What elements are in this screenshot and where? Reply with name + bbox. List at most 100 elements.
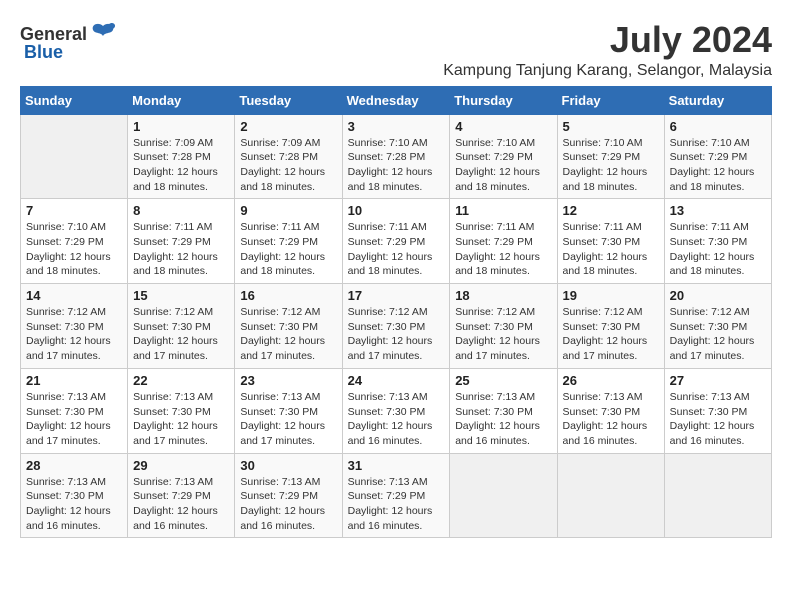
title-area: July 2024 Kampung Tanjung Karang, Selang… [443,20,772,80]
day-info: Sunrise: 7:11 AMSunset: 7:30 PMDaylight:… [670,220,766,279]
day-info: Sunrise: 7:13 AMSunset: 7:30 PMDaylight:… [240,390,336,449]
header-cell-tuesday: Tuesday [235,86,342,114]
day-number: 23 [240,373,336,388]
day-info: Sunrise: 7:12 AMSunset: 7:30 PMDaylight:… [563,305,659,364]
day-info: Sunrise: 7:12 AMSunset: 7:30 PMDaylight:… [26,305,122,364]
day-info: Sunrise: 7:11 AMSunset: 7:29 PMDaylight:… [455,220,551,279]
day-number: 16 [240,288,336,303]
day-cell: 26Sunrise: 7:13 AMSunset: 7:30 PMDayligh… [557,368,664,453]
day-cell: 7 Sunrise: 7:10 AMSunset: 7:29 PMDaylight… [21,199,128,284]
day-number: 8 [133,203,229,218]
day-info: Sunrise: 7:10 AMSunset: 7:29 PMDaylight:… [563,136,659,195]
header: General Blue July 2024 Kampung Tanjung K… [20,20,772,80]
day-info: Sunrise: 7:12 AMSunset: 7:30 PMDaylight:… [455,305,551,364]
day-info: Sunrise: 7:12 AMSunset: 7:30 PMDaylight:… [670,305,766,364]
day-cell: 24Sunrise: 7:13 AMSunset: 7:30 PMDayligh… [342,368,450,453]
day-number: 17 [348,288,445,303]
day-number: 25 [455,373,551,388]
day-info: Sunrise: 7:10 AMSunset: 7:29 PMDaylight:… [670,136,766,195]
day-info: Sunrise: 7:13 AMSunset: 7:30 PMDaylight:… [26,390,122,449]
day-cell: 16 Sunrise: 7:12 AMSunset: 7:30 PMDayligh… [235,284,342,369]
day-info: Sunrise: 7:13 AMSunset: 7:30 PMDaylight:… [670,390,766,449]
day-cell: 31Sunrise: 7:13 AMSunset: 7:29 PMDayligh… [342,453,450,538]
day-number: 28 [26,458,122,473]
day-cell: 20Sunrise: 7:12 AMSunset: 7:30 PMDayligh… [664,284,771,369]
day-number: 21 [26,373,122,388]
day-info: Sunrise: 7:10 AMSunset: 7:29 PMDaylight:… [26,220,122,279]
day-info: Sunrise: 7:10 AMSunset: 7:28 PMDaylight:… [348,136,445,195]
day-cell: 14 Sunrise: 7:12 AMSunset: 7:30 PMDayligh… [21,284,128,369]
day-number: 12 [563,203,659,218]
day-cell: 6 Sunrise: 7:10 AMSunset: 7:29 PMDaylight… [664,114,771,199]
day-number: 14 [26,288,122,303]
day-number: 31 [348,458,445,473]
day-cell: 8Sunrise: 7:11 AMSunset: 7:29 PMDaylight… [128,199,235,284]
header-cell-friday: Friday [557,86,664,114]
week-row-3: 14 Sunrise: 7:12 AMSunset: 7:30 PMDayligh… [21,284,772,369]
day-number: 18 [455,288,551,303]
day-cell: 29 Sunrise: 7:13 AMSunset: 7:29 PMDayligh… [128,453,235,538]
day-cell: 17Sunrise: 7:12 AMSunset: 7:30 PMDayligh… [342,284,450,369]
header-cell-saturday: Saturday [664,86,771,114]
subtitle: Kampung Tanjung Karang, Selangor, Malays… [443,62,772,80]
day-number: 3 [348,119,445,134]
day-number: 1 [133,119,229,134]
day-number: 29 [133,458,229,473]
day-cell [557,453,664,538]
day-info: Sunrise: 7:09 AMSunset: 7:28 PMDaylight:… [240,136,336,195]
week-row-1: 1 Sunrise: 7:09 AMSunset: 7:28 PMDaylight… [21,114,772,199]
day-info: Sunrise: 7:13 AMSunset: 7:30 PMDaylight:… [26,475,122,534]
logo-blue: Blue [24,42,63,63]
day-number: 2 [240,119,336,134]
day-cell: 19 Sunrise: 7:12 AMSunset: 7:30 PMDayligh… [557,284,664,369]
day-info: Sunrise: 7:10 AMSunset: 7:29 PMDaylight:… [455,136,551,195]
calendar-table: SundayMondayTuesdayWednesdayThursdayFrid… [20,86,772,539]
day-info: Sunrise: 7:11 AMSunset: 7:29 PMDaylight:… [240,220,336,279]
day-cell: 22Sunrise: 7:13 AMSunset: 7:30 PMDayligh… [128,368,235,453]
day-cell: 3 Sunrise: 7:10 AMSunset: 7:28 PMDaylight… [342,114,450,199]
week-row-5: 28 Sunrise: 7:13 AMSunset: 7:30 PMDayligh… [21,453,772,538]
day-cell: 4 Sunrise: 7:10 AMSunset: 7:29 PMDaylight… [450,114,557,199]
day-cell: 23 Sunrise: 7:13 AMSunset: 7:30 PMDayligh… [235,368,342,453]
day-cell [450,453,557,538]
day-cell: 18 Sunrise: 7:12 AMSunset: 7:30 PMDayligh… [450,284,557,369]
day-number: 11 [455,203,551,218]
day-number: 13 [670,203,766,218]
day-number: 15 [133,288,229,303]
week-row-4: 21 Sunrise: 7:13 AMSunset: 7:30 PMDayligh… [21,368,772,453]
day-cell: 2 Sunrise: 7:09 AMSunset: 7:28 PMDaylight… [235,114,342,199]
day-number: 6 [670,119,766,134]
day-cell: 1 Sunrise: 7:09 AMSunset: 7:28 PMDaylight… [128,114,235,199]
day-cell: 11 Sunrise: 7:11 AMSunset: 7:29 PMDayligh… [450,199,557,284]
day-cell [21,114,128,199]
day-number: 4 [455,119,551,134]
day-info: Sunrise: 7:11 AMSunset: 7:29 PMDaylight:… [348,220,445,279]
day-cell: 21 Sunrise: 7:13 AMSunset: 7:30 PMDayligh… [21,368,128,453]
day-cell: 10 Sunrise: 7:11 AMSunset: 7:29 PMDayligh… [342,199,450,284]
header-cell-wednesday: Wednesday [342,86,450,114]
day-number: 9 [240,203,336,218]
day-number: 19 [563,288,659,303]
day-number: 7 [26,203,122,218]
day-info: Sunrise: 7:13 AMSunset: 7:30 PMDaylight:… [133,390,229,449]
day-info: Sunrise: 7:13 AMSunset: 7:30 PMDaylight:… [455,390,551,449]
day-info: Sunrise: 7:12 AMSunset: 7:30 PMDaylight:… [133,305,229,364]
day-cell: 27 Sunrise: 7:13 AMSunset: 7:30 PMDayligh… [664,368,771,453]
header-cell-sunday: Sunday [21,86,128,114]
day-info: Sunrise: 7:13 AMSunset: 7:29 PMDaylight:… [133,475,229,534]
day-cell: 25 Sunrise: 7:13 AMSunset: 7:30 PMDayligh… [450,368,557,453]
day-cell: 9 Sunrise: 7:11 AMSunset: 7:29 PMDaylight… [235,199,342,284]
day-number: 30 [240,458,336,473]
day-number: 5 [563,119,659,134]
day-number: 24 [348,373,445,388]
day-number: 10 [348,203,445,218]
day-info: Sunrise: 7:12 AMSunset: 7:30 PMDaylight:… [240,305,336,364]
month-title: July 2024 [443,20,772,60]
day-cell: 15 Sunrise: 7:12 AMSunset: 7:30 PMDayligh… [128,284,235,369]
day-info: Sunrise: 7:09 AMSunset: 7:28 PMDaylight:… [133,136,229,195]
logo: General Blue [20,20,117,63]
day-number: 27 [670,373,766,388]
day-info: Sunrise: 7:13 AMSunset: 7:29 PMDaylight:… [240,475,336,534]
day-cell: 13 Sunrise: 7:11 AMSunset: 7:30 PMDayligh… [664,199,771,284]
day-info: Sunrise: 7:11 AMSunset: 7:30 PMDaylight:… [563,220,659,279]
